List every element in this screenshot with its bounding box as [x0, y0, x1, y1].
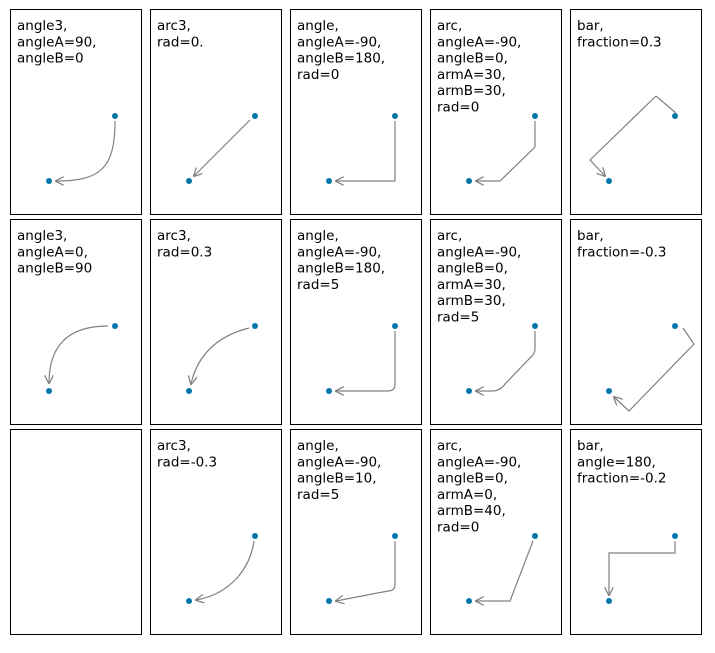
- start-point: [252, 113, 258, 119]
- panel-label-line: armA=30,: [437, 277, 506, 293]
- panel-label-line: bar,: [577, 228, 604, 244]
- panel-label-line: bar,: [577, 18, 604, 34]
- start-point: [532, 113, 538, 119]
- end-point: [186, 598, 192, 604]
- panel-r1c4: arc, angleA=-90, angleB=0, armA=30, armB=30,…: [430, 9, 562, 215]
- panel-r3c3: angle, angleA=-90, angleB=10, rad=5: [290, 429, 422, 635]
- panel-label-line: armA=0,: [437, 487, 497, 503]
- panel-label-line: angleB=0: [17, 51, 84, 67]
- panel-label-line: arc,: [437, 18, 462, 34]
- panel-label-line: rad=0.3: [157, 244, 212, 260]
- panel-r2c2: arc3, rad=0.3: [150, 219, 282, 425]
- end-point: [326, 598, 332, 604]
- end-point: [606, 178, 612, 184]
- panel-label-line: angleB=180,: [297, 261, 385, 277]
- start-point: [672, 533, 678, 539]
- panel-r1c3: angle, angleA=-90, angleB=180, rad=0: [290, 9, 422, 215]
- panel-label-line: arc,: [437, 228, 462, 244]
- panel-grid: angle3, angleA=90, angleB=0arc3, rad=0.angl…: [10, 9, 702, 635]
- panel-label-line: angle3,: [17, 228, 67, 244]
- panel-label-line: angleB=0,: [437, 51, 508, 67]
- start-point: [252, 533, 258, 539]
- panel-label-line: angleA=-90,: [437, 34, 521, 50]
- end-point: [186, 388, 192, 394]
- end-point: [606, 598, 612, 604]
- panel-r3c5: bar, angle=180, fraction=-0.2: [570, 429, 702, 635]
- start-point: [672, 113, 678, 119]
- panel-label-line: fraction=-0.2: [577, 471, 667, 487]
- end-point: [46, 178, 52, 184]
- panel-label-line: arc3,: [157, 438, 191, 454]
- panel-label-line: rad=0: [437, 520, 479, 536]
- panel-label-line: angleA=-90,: [297, 34, 381, 50]
- panel-label-line: fraction=0.3: [577, 34, 662, 50]
- end-point: [466, 598, 472, 604]
- connection-styles-figure: angle3, angleA=90, angleB=0arc3, rad=0.angl…: [10, 9, 702, 635]
- end-point: [326, 388, 332, 394]
- panel-label-line: rad=-0.3: [157, 454, 217, 470]
- panel-label-line: armA=30,: [437, 67, 506, 83]
- panel-label-line: arc3,: [157, 18, 191, 34]
- end-point: [326, 178, 332, 184]
- end-point: [46, 388, 52, 394]
- panel-label-line: armB=40,: [437, 503, 506, 519]
- panel-label-line: angleA=-90,: [297, 454, 381, 470]
- start-point: [392, 113, 398, 119]
- panel-label-line: arc3,: [157, 228, 191, 244]
- panel-r3c2: arc3, rad=-0.3: [150, 429, 282, 635]
- panel-label-line: angleA=-90,: [437, 244, 521, 260]
- panel-label-line: bar,: [577, 438, 604, 454]
- end-point: [466, 178, 472, 184]
- panel-label-line: angleB=10,: [297, 471, 377, 487]
- panel-label-line: rad=0: [297, 67, 339, 83]
- panel-label-line: angleB=90: [17, 261, 92, 277]
- start-point: [672, 323, 678, 329]
- panel-r2c1: angle3, angleA=0, angleB=90: [10, 219, 142, 425]
- panel-label-line: angleA=-90,: [437, 454, 521, 470]
- panel-label-line: angle3,: [17, 18, 67, 34]
- panel-r2c3: angle, angleA=-90, angleB=180, rad=5: [290, 219, 422, 425]
- panel-label-line: fraction=-0.3: [577, 244, 667, 260]
- start-point: [532, 323, 538, 329]
- panel-label-line: rad=0: [437, 100, 479, 116]
- start-point: [392, 533, 398, 539]
- start-point: [252, 323, 258, 329]
- panel-label-line: angle=180,: [577, 454, 656, 470]
- end-point: [606, 388, 612, 394]
- panel-label-line: angleB=0,: [437, 261, 508, 277]
- panel-label-line: angleB=0,: [437, 471, 508, 487]
- panel-label-line: angleA=-90,: [297, 244, 381, 260]
- panel-r2c4: arc, angleA=-90, angleB=0, armA=30, armB=30,…: [430, 219, 562, 425]
- start-point: [392, 323, 398, 329]
- panel-label-line: armB=30,: [437, 83, 506, 99]
- panel-frame: [10, 429, 142, 635]
- panel-r1c5: bar, fraction=0.3: [570, 9, 702, 215]
- panel-r3c4: arc, angleA=-90, angleB=0, armA=0, armB=40, r…: [430, 429, 562, 635]
- panel-label-line: rad=5: [297, 277, 339, 293]
- panel-label-line: angleB=180,: [297, 51, 385, 67]
- start-point: [532, 533, 538, 539]
- start-point: [112, 323, 118, 329]
- panel-r2c5: bar, fraction=-0.3: [570, 219, 702, 425]
- panel-r1c2: arc3, rad=0.: [150, 9, 282, 215]
- end-point: [466, 388, 472, 394]
- panel-label-line: angle,: [297, 438, 339, 454]
- panel-label-line: arc,: [437, 438, 462, 454]
- panel-label-line: angleA=90,: [17, 34, 96, 50]
- end-point: [186, 178, 192, 184]
- panel-label-line: rad=0.: [157, 34, 204, 50]
- panel-label-line: rad=5: [297, 487, 339, 503]
- start-point: [112, 113, 118, 119]
- panel-label-line: angle,: [297, 18, 339, 34]
- panel-r1c1: angle3, angleA=90, angleB=0: [10, 9, 142, 215]
- panel-r3c1: [10, 429, 142, 635]
- panel-label-line: angleA=0,: [17, 244, 88, 260]
- panel-label-line: rad=5: [437, 310, 479, 326]
- panel-label-line: angle,: [297, 228, 339, 244]
- panel-label-line: armB=30,: [437, 293, 506, 309]
